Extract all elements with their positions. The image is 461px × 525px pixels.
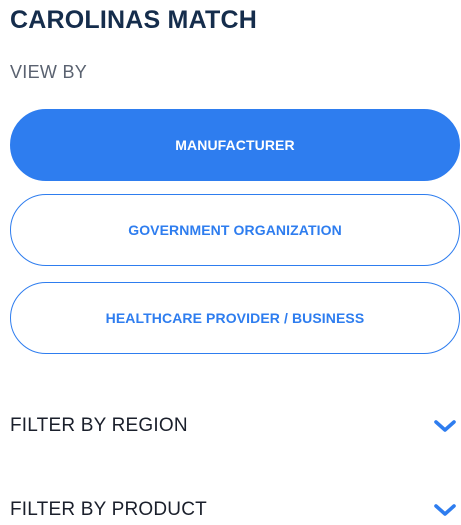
view-manufacturer-button[interactable]: MANUFACTURER	[10, 109, 460, 181]
chevron-down-icon[interactable]	[432, 417, 458, 435]
filter-by-product-toggle[interactable]: FILTER BY PRODUCT	[10, 495, 460, 525]
filter-by-region-toggle[interactable]: FILTER BY REGION	[10, 411, 460, 441]
view-manufacturer-label: MANUFACTURER	[175, 137, 295, 153]
view-government-organization-button[interactable]: GOVERNMENT ORGANIZATION	[10, 194, 460, 266]
view-healthcare-provider-button[interactable]: HEALTHCARE PROVIDER / BUSINESS	[10, 282, 460, 354]
view-by-label: VIEW BY	[10, 62, 88, 82]
view-healthcare-provider-label: HEALTHCARE PROVIDER / BUSINESS	[105, 310, 365, 326]
filter-by-region-label: FILTER BY REGION	[10, 415, 188, 436]
chevron-down-icon[interactable]	[432, 501, 458, 519]
view-government-organization-label: GOVERNMENT ORGANIZATION	[128, 222, 342, 238]
filter-by-product-label: FILTER BY PRODUCT	[10, 499, 207, 520]
page-title: CAROLINAS MATCH	[10, 6, 257, 34]
